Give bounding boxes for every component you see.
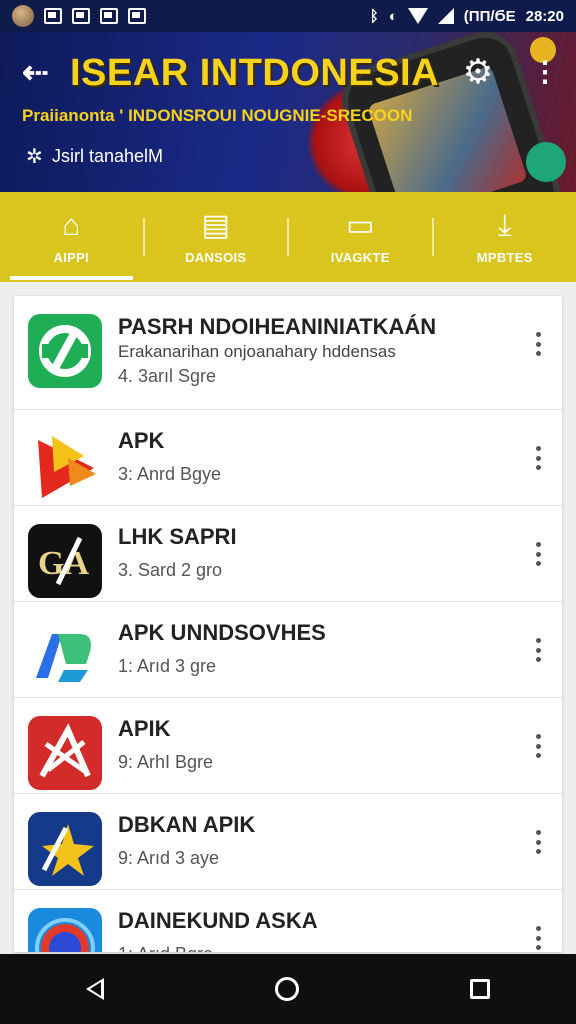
- banner-decoration: [526, 142, 566, 182]
- nav-recents-icon[interactable]: [470, 979, 491, 999]
- tab-label: MPBTES: [476, 249, 533, 265]
- app-name: DBKAN APIK: [118, 812, 256, 837]
- star-logo-icon: [28, 812, 102, 886]
- list-item[interactable]: APIK 9: ArhI Bgre: [14, 698, 562, 794]
- app-meta: 1: Arıd 3 gre: [118, 656, 217, 676]
- cell-signal-icon: [437, 8, 454, 24]
- dp-logo-icon: [28, 620, 102, 694]
- avatar-icon: [12, 5, 34, 27]
- home-icon: ⌂: [62, 208, 81, 242]
- app-name: PASRH NDOIHEANINIATKAÁN: [118, 314, 437, 339]
- header-tagline: Jsirl tanahelM: [52, 146, 164, 166]
- folder-icon: ▭: [346, 208, 375, 242]
- image-icon: [128, 8, 146, 24]
- image-icon: [100, 8, 118, 24]
- app-list: PASRH NDOIHEANINIATKAÁN Erakanarihan onj…: [14, 296, 562, 952]
- bluetooth-icon: ᛒ: [369, 7, 379, 25]
- more-vertical-icon[interactable]: [526, 920, 550, 952]
- status-left: [12, 5, 146, 27]
- status-bar: ᛒ ◐ (ΠΠ/ϬΕ 28:20: [0, 0, 576, 32]
- app-name: LHK SAPRI: [118, 524, 237, 549]
- header-banner: ⇠ ISEAR INTDONESIA ⚙ ⋮ Praiianonta ' IND…: [0, 32, 576, 192]
- app-name: APK: [118, 428, 165, 453]
- app-meta: 3: Anrd Bgye: [118, 464, 222, 484]
- app-meta: 4. 3arıl Sgre: [118, 366, 217, 386]
- tab-ivagkte[interactable]: ▭ IVAGKTE: [289, 192, 432, 282]
- app-name: APIK: [118, 716, 171, 741]
- list-item[interactable]: PASRH NDOIHEANINIATKAÁN Erakanarihan onj…: [14, 296, 562, 410]
- more-vertical-icon[interactable]: [526, 536, 550, 572]
- page-title: ISEAR INTDONESIA: [70, 52, 440, 94]
- network-label: (ΠΠ/ϬΕ: [463, 7, 516, 25]
- image-icon: [72, 8, 90, 24]
- download-icon: ⤓: [498, 208, 512, 242]
- tab-label: AIPPI: [53, 249, 89, 265]
- list-item[interactable]: GA LHK SAPRI 3. Sard 2 gro: [14, 506, 562, 602]
- header-subtitle: Praiianonta ' INDONSROUI NOUGNIE-SRECOON: [22, 106, 413, 125]
- x-logo-icon: [28, 716, 102, 790]
- sparkle-icon: ✲: [26, 146, 43, 168]
- more-vertical-icon[interactable]: [526, 728, 550, 764]
- more-vertical-icon[interactable]: [526, 632, 550, 668]
- ring-logo-icon: [28, 908, 102, 952]
- document-icon: ▤: [201, 208, 230, 242]
- gear-icon[interactable]: ⚙: [460, 54, 496, 90]
- app-name: APK UNNDSOVHES: [118, 620, 326, 645]
- tab-dansois[interactable]: ▤ DANSOIS: [145, 192, 288, 282]
- list-item[interactable]: APK 3: Anrd Bgye: [14, 410, 562, 506]
- app-meta: 9: Arıd 3 aye: [118, 848, 220, 868]
- data-saver-icon: ◐: [388, 7, 398, 25]
- status-right: ᛒ ◐ (ΠΠ/ϬΕ 28:20: [370, 8, 564, 25]
- app-meta: 1: Arıd Bgre: [118, 944, 213, 952]
- system-nav-bar: [0, 954, 576, 1024]
- more-vertical-icon[interactable]: [526, 326, 550, 362]
- p-logo-icon: [28, 314, 102, 388]
- nav-back-icon[interactable]: [85, 978, 104, 1000]
- more-vertical-icon[interactable]: [526, 440, 550, 476]
- tab-aippi[interactable]: ⌂ AIPPI: [0, 192, 143, 282]
- list-item[interactable]: DAINEKUND ASKA 1: Arıd Bgre: [14, 890, 562, 952]
- wifi-icon: [407, 8, 428, 24]
- app-meta: 3. Sard 2 gro: [118, 560, 223, 580]
- ga-logo-icon: GA: [28, 524, 102, 598]
- list-item[interactable]: APK UNNDSOVHES 1: Arıd 3 gre: [14, 602, 562, 698]
- status-time: 28:20: [525, 7, 564, 25]
- tab-label: IVAGKTE: [330, 249, 390, 265]
- play-triangle-icon: [28, 428, 102, 502]
- nav-home-icon[interactable]: [274, 977, 299, 1001]
- image-icon: [44, 8, 62, 24]
- more-vertical-icon[interactable]: [526, 824, 550, 860]
- app-meta: 9: ArhI Bgre: [118, 752, 214, 772]
- app-description: Erakanarihan onjoanahary hddensas: [118, 342, 396, 361]
- tab-bar: ⌂ AIPPI ▤ DANSOIS ▭ IVAGKTE ⤓ MPBTES: [0, 192, 576, 282]
- more-vertical-icon[interactable]: ⋮: [530, 54, 560, 90]
- tab-mpbtes[interactable]: ⤓ MPBTES: [434, 192, 576, 282]
- list-item[interactable]: DBKAN APIK 9: Arıd 3 aye: [14, 794, 562, 890]
- app-name: DAINEKUND ASKA: [118, 908, 318, 933]
- back-arrow-icon[interactable]: ⇠: [22, 54, 58, 90]
- tab-label: DANSOIS: [185, 249, 247, 265]
